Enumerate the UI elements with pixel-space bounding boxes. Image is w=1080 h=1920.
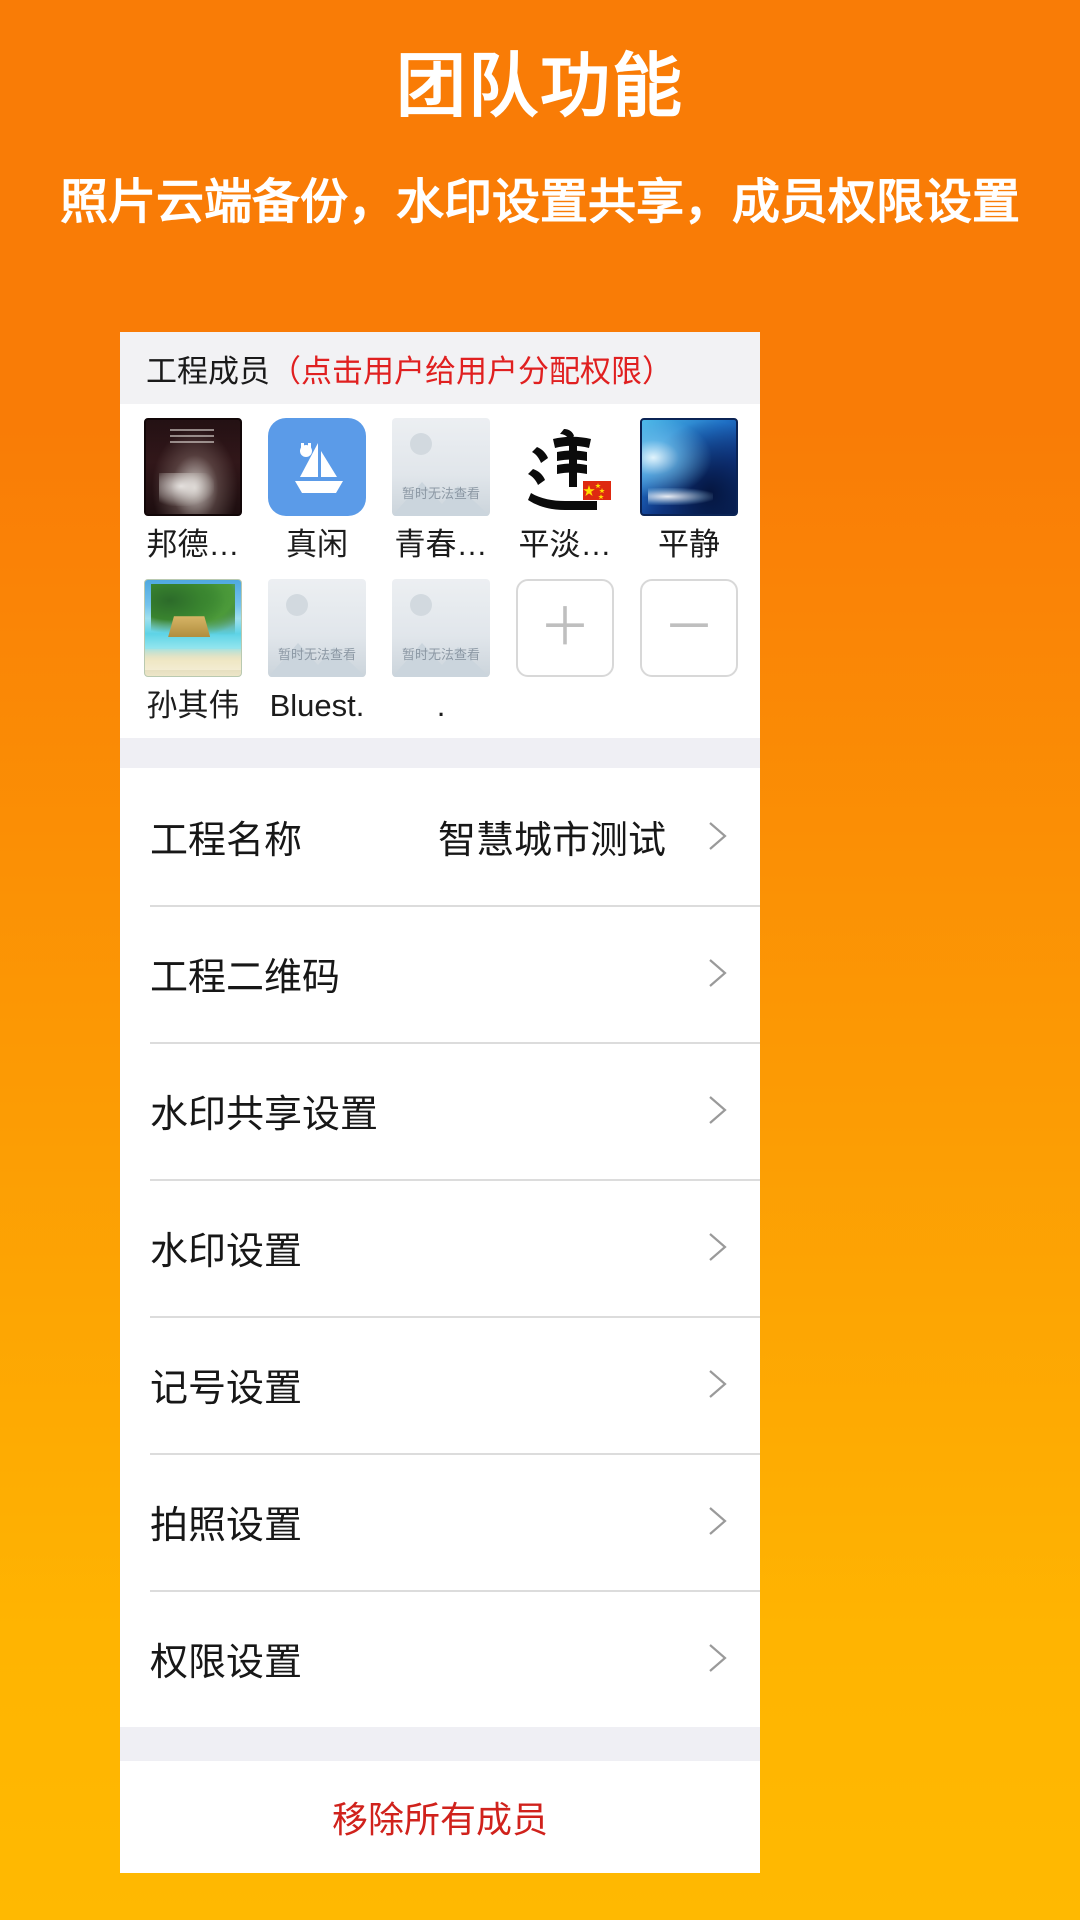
dao-calligraphy-icon — [528, 429, 611, 510]
member-name: . — [436, 687, 446, 723]
members-section-title: 工程成员 — [146, 353, 270, 389]
members-row-2: 孙其伟 暂时无法查看 Bluest. 暂时无法查看 . ＋ － — [120, 578, 760, 726]
row-label: 水印共享设置 — [150, 1093, 379, 1136]
settings-row-project-qrcode[interactable]: 工程二维码 — [120, 904, 760, 1042]
remove-member-button[interactable]: － — [628, 578, 750, 726]
avatar[interactable] — [144, 578, 242, 677]
remove-all-members-button[interactable]: 移除所有成员 — [120, 1760, 760, 1873]
chevron-right-icon — [700, 1230, 734, 1264]
member-name: 平淡… — [518, 527, 612, 562]
member-name: 邦德… — [146, 527, 240, 562]
placeholder-text: 暂时无法查看 — [277, 646, 356, 662]
row-label: 记号设置 — [150, 1367, 303, 1410]
member-item[interactable]: 真闲 — [256, 418, 378, 565]
sailboat-icon — [281, 429, 353, 506]
placeholder-text: 暂时无法查看 — [401, 486, 480, 501]
sun-icon — [410, 433, 432, 455]
chevron-right-icon — [700, 1367, 734, 1401]
promo-header: 团队功能 照片云端备份，水印设置共享，成员权限设置 — [0, 0, 1080, 234]
minus-icon[interactable]: － — [640, 578, 738, 677]
members-section-hint: （点击用户给用户分配权限） — [270, 353, 673, 389]
settings-row-camera[interactable]: 拍照设置 — [120, 1452, 760, 1590]
settings-list: 工程名称 智慧城市测试 工程二维码 水印共享设置 水印设置 记号设置 拍照设置 … — [120, 767, 760, 1727]
plus-icon[interactable]: ＋ — [516, 578, 614, 677]
member-item[interactable]: 暂时无法查看 Bluest. — [256, 578, 378, 726]
row-label: 工程名称 — [150, 819, 303, 862]
settings-row-permission[interactable]: 权限设置 — [120, 1589, 760, 1727]
member-item[interactable]: 暂时无法查看 . — [380, 578, 502, 726]
chevron-right-icon — [700, 1504, 734, 1538]
chevron-right-icon — [700, 1641, 734, 1675]
row-label: 权限设置 — [150, 1641, 303, 1684]
member-item[interactable]: 平淡… — [504, 418, 626, 565]
member-item[interactable]: 暂时无法查看 青春… — [380, 418, 502, 565]
sun-icon — [410, 593, 432, 616]
sun-icon — [286, 593, 308, 616]
settings-row-mark[interactable]: 记号设置 — [120, 1315, 760, 1453]
row-value: 智慧城市测试 — [437, 819, 666, 862]
settings-row-watermark-share[interactable]: 水印共享设置 — [120, 1041, 760, 1179]
beach-hut — [168, 616, 211, 638]
member-item[interactable]: 平静 — [628, 418, 750, 565]
member-item[interactable]: 邦德… — [132, 418, 254, 565]
avatar[interactable] — [268, 418, 366, 516]
members-section-header: 工程成员 （点击用户给用户分配权限） — [120, 332, 760, 404]
avatar[interactable] — [144, 418, 242, 516]
members-grid: 邦德… 真闲 暂时无法查看 青春… 平淡… 平静 孙其伟 暂时无法查看 Blue… — [120, 404, 760, 738]
chevron-right-icon — [700, 1093, 734, 1127]
settings-row-project-name[interactable]: 工程名称 智慧城市测试 — [120, 768, 760, 905]
member-name: Bluest. — [269, 687, 365, 723]
add-member-button[interactable]: ＋ — [504, 578, 626, 726]
chevron-right-icon — [700, 956, 734, 990]
footer-divider-band — [120, 1726, 760, 1761]
row-label: 拍照设置 — [150, 1504, 303, 1547]
chevron-right-icon — [700, 819, 734, 853]
avatar[interactable]: 暂时无法查看 — [392, 578, 490, 677]
member-name: 青春… — [394, 527, 488, 562]
row-label: 水印设置 — [150, 1230, 303, 1273]
avatar[interactable] — [516, 418, 614, 516]
avatar[interactable]: 暂时无法查看 — [268, 578, 366, 677]
placeholder-text: 暂时无法查看 — [401, 646, 480, 662]
remove-all-members-label: 移除所有成员 — [331, 1798, 548, 1840]
member-item[interactable]: 孙其伟 — [132, 578, 254, 726]
row-label: 工程二维码 — [150, 956, 341, 999]
avatar[interactable]: 暂时无法查看 — [392, 418, 490, 516]
phone-screen-card: 工程成员 （点击用户给用户分配权限） 邦德… 真闲 暂时无法查看 青春… 平淡…… — [120, 332, 760, 1873]
member-name: 孙其伟 — [146, 687, 240, 723]
members-row-1: 邦德… 真闲 暂时无法查看 青春… 平淡… 平静 — [120, 418, 760, 565]
china-flag-icon — [583, 481, 611, 500]
page-subtitle: 照片云端备份，水印设置共享，成员权限设置 — [59, 175, 1020, 229]
settings-row-watermark[interactable]: 水印设置 — [120, 1178, 760, 1316]
beach-sand — [145, 648, 241, 670]
section-divider-band — [120, 737, 760, 768]
avatar[interactable] — [640, 418, 738, 516]
member-name: 真闲 — [286, 527, 348, 562]
member-name: 平静 — [658, 527, 720, 562]
page-title: 团队功能 — [396, 47, 684, 125]
